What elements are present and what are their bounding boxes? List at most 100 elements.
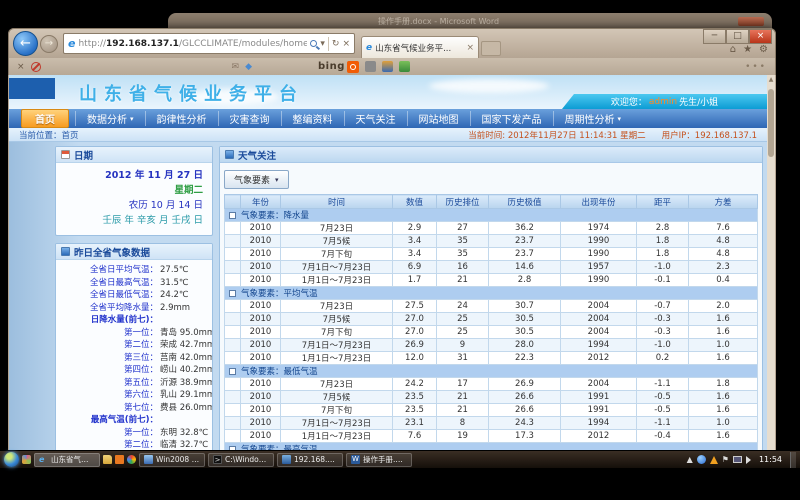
stat-row: 全省平均降水量：2.9mm	[62, 302, 206, 315]
table-cell: 9	[437, 339, 489, 352]
tools-gear-icon[interactable]: ⚙	[759, 44, 768, 55]
scroll-up-icon[interactable]: ▲	[767, 76, 775, 83]
minimize-button[interactable]: ─	[703, 29, 726, 44]
table-cell: 7月5候	[281, 391, 393, 404]
table-cell: 7月下旬	[281, 248, 393, 261]
person-icon[interactable]	[382, 61, 393, 72]
start-orb-icon[interactable]	[4, 452, 19, 467]
bing-search-widget[interactable]: bing	[318, 61, 359, 73]
chevron-down-icon[interactable]: ▾	[320, 39, 325, 49]
bing-search-icon	[347, 61, 359, 73]
nav-item-1[interactable]: 首页	[21, 109, 69, 128]
panel-body: 气象要素 ▾ 年份时间数值历史排位历史极值出现年份距平方差气象要素：降水量201…	[220, 163, 762, 467]
table-cell: 0.2	[637, 352, 689, 365]
section-header-row[interactable]: 气象要素：最低气温	[225, 365, 758, 378]
forward-button[interactable]: →	[40, 35, 58, 53]
rank-row-value: 莒南 42.0mm	[160, 352, 213, 365]
page-scrollbar[interactable]: ▲ ▼	[767, 75, 775, 467]
nav-item-8[interactable]: 国家下发产品	[470, 111, 553, 126]
table-cell: 1974	[561, 222, 637, 235]
nav-item-label: 韵律性分析	[157, 111, 207, 126]
table-cell: 21	[437, 404, 489, 417]
nav-item-3[interactable]: 韵律性分析	[145, 111, 218, 126]
tray-alert-icon[interactable]	[710, 456, 718, 464]
table-cell: 2010	[241, 378, 281, 391]
favorites-star-icon[interactable]: ★	[743, 44, 752, 55]
chrome-icon[interactable]	[127, 455, 136, 464]
table-cell: -1.1	[637, 417, 689, 430]
taskbar-button-ie[interactable]: e山东省气候业务平...	[34, 453, 100, 467]
tab-close-icon[interactable]: ×	[466, 43, 474, 53]
tray-expand-icon[interactable]: ▲	[687, 455, 693, 464]
taskbar-button-window[interactable]: Win2008 (VS2...	[139, 453, 205, 467]
taskbar-clock[interactable]: 11:54	[759, 455, 782, 464]
show-desktop-button[interactable]	[790, 452, 796, 468]
tray-network-globe-icon[interactable]	[697, 455, 706, 464]
refresh-icon[interactable]: ↻	[332, 39, 340, 49]
table-cell: 7月1日～7月23日	[281, 417, 393, 430]
address-bar[interactable]: e http://192.168.137.1/GLCCLIMATE/module…	[63, 33, 355, 54]
table-cell: 21	[437, 391, 489, 404]
section-header-row[interactable]: 气象要素：降水量	[225, 209, 758, 222]
pinned-app-icon[interactable]	[22, 455, 31, 464]
mail-icon[interactable]: ✉	[232, 62, 240, 72]
nav-item-label: 首页	[35, 111, 55, 126]
browser-tab[interactable]: e 山东省气候业务平... ×	[361, 36, 479, 59]
scrollbar-thumb[interactable]	[768, 89, 774, 157]
close-button[interactable]: ×	[749, 29, 772, 44]
taskbar-button-label: C:\Windows\s...	[225, 455, 269, 464]
element-filter-button[interactable]: 气象要素 ▾	[224, 170, 289, 189]
addons-icon[interactable]	[399, 61, 410, 72]
camera-icon[interactable]	[365, 61, 376, 72]
table-cell: 1.6	[689, 313, 758, 326]
maximize-button[interactable]: □	[726, 29, 749, 44]
row-spacer-cell	[225, 352, 241, 365]
back-button[interactable]: ←	[13, 31, 38, 56]
appstore-icon[interactable]	[115, 455, 124, 464]
section-checkbox[interactable]	[229, 290, 236, 297]
send-icon[interactable]: ◆	[245, 62, 252, 72]
table-cell: 22.3	[489, 352, 561, 365]
section-checkbox[interactable]	[229, 212, 236, 219]
tray-monitor-icon[interactable]	[733, 456, 742, 463]
taskbar-button-rdp[interactable]: 192.168.58.99...	[277, 453, 343, 467]
browser-window: ← → e http://192.168.137.1/GLCCLIMATE/mo…	[8, 28, 776, 468]
taskbar-button-word[interactable]: W操作手册.docx ...	[346, 453, 412, 467]
section-header-row[interactable]: 气象要素：平均气温	[225, 287, 758, 300]
table-cell: 21	[437, 274, 489, 287]
table-cell: 3.4	[393, 248, 437, 261]
table-cell: -0.1	[637, 274, 689, 287]
cloud-decoration	[429, 79, 549, 93]
tray-speaker-icon[interactable]	[746, 456, 751, 464]
table-cell: 24.3	[489, 417, 561, 430]
table-cell: 7月23日	[281, 378, 393, 391]
table-cell: 1.6	[689, 326, 758, 339]
calendar-box-header: 日期	[56, 147, 212, 163]
url-text[interactable]: http://192.168.137.1/GLCCLIMATE/modules/…	[78, 39, 307, 49]
home-icon[interactable]: ⌂	[730, 44, 736, 55]
blocked-icon	[31, 62, 41, 72]
nav-item-4[interactable]: 灾害查询	[218, 111, 281, 126]
table-cell: -1.0	[637, 339, 689, 352]
folder-icon[interactable]	[103, 455, 112, 464]
section-checkbox[interactable]	[229, 368, 236, 375]
tray-flag-icon[interactable]: ⚑	[722, 455, 729, 464]
more-icon[interactable]: •••	[745, 62, 767, 72]
taskbar-button-console[interactable]: >C:\Windows\s...	[208, 453, 274, 467]
section-title: 气象要素：最低气温	[241, 367, 318, 377]
back-arrow-icon: ←	[20, 36, 31, 51]
nav-item-5[interactable]: 整编资料	[281, 111, 344, 126]
close-sidebar-icon[interactable]: ×	[17, 62, 25, 72]
stat-row-value: 24.2℃	[160, 289, 188, 302]
nav-item-9[interactable]: 周期性分析▾	[553, 111, 633, 126]
rank-row-label: 第一位：	[62, 327, 158, 340]
nav-item-6[interactable]: 天气关注	[344, 111, 407, 126]
stop-icon[interactable]: ×	[342, 39, 350, 49]
new-tab-button[interactable]	[481, 41, 501, 56]
nav-item-2[interactable]: 数据分析▾	[75, 111, 145, 126]
table-cell: 2010	[241, 404, 281, 417]
nav-item-7[interactable]: 网站地图	[407, 111, 470, 126]
taskbar-button-label: 山东省气候业务平...	[51, 454, 95, 465]
background-window-close-icon[interactable]	[738, 17, 764, 26]
search-icon[interactable]	[310, 40, 317, 47]
